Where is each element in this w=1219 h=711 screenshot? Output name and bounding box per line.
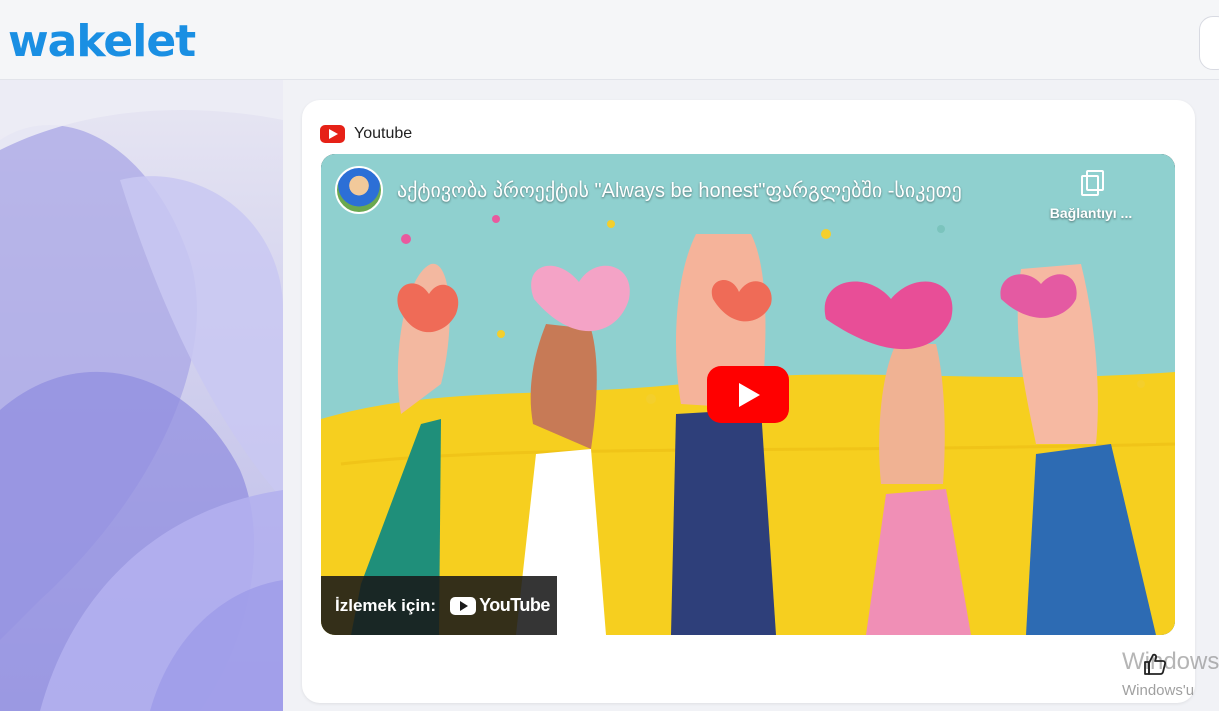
- abstract-petals-illustration: [0, 80, 283, 711]
- wakelet-logo[interactable]: wakelet: [8, 16, 196, 67]
- top-bar: wakelet: [0, 0, 1219, 80]
- copy-link-label: Bağlantıyı ...: [1049, 205, 1133, 221]
- video-title[interactable]: აქტივობა პროექტის "Always be honest"ფარგ…: [397, 178, 962, 203]
- watch-on-youtube-button[interactable]: İzlemek için: YouTube: [321, 576, 557, 635]
- video-header: აქტივობა პროექტის "Always be honest"ფარგ…: [335, 166, 962, 214]
- youtube-logo: YouTube: [450, 595, 550, 616]
- card-source-label: Youtube: [354, 125, 413, 142]
- play-button[interactable]: [707, 366, 789, 423]
- channel-avatar[interactable]: [335, 166, 383, 214]
- youtube-logo-text: YouTube: [479, 595, 550, 615]
- copy-link-button[interactable]: Bağlantıyı ...: [1031, 170, 1151, 221]
- windows-activation-watermark: Windows: [1122, 648, 1219, 675]
- background-artwork: [0, 80, 283, 711]
- card-source: Youtube: [320, 124, 412, 144]
- top-right-control[interactable]: [1199, 16, 1219, 70]
- windows-activation-watermark-sub: Windows'u: [1122, 682, 1195, 699]
- watch-on-label: İzlemek için:: [335, 595, 437, 615]
- video-player[interactable]: აქტივობა პროექტის "Always be honest"ფარგ…: [321, 154, 1175, 635]
- thumbs-up-icon[interactable]: [1142, 651, 1168, 677]
- youtube-icon: [320, 125, 345, 143]
- copy-icon: [1080, 170, 1104, 196]
- youtube-play-icon: [450, 596, 477, 615]
